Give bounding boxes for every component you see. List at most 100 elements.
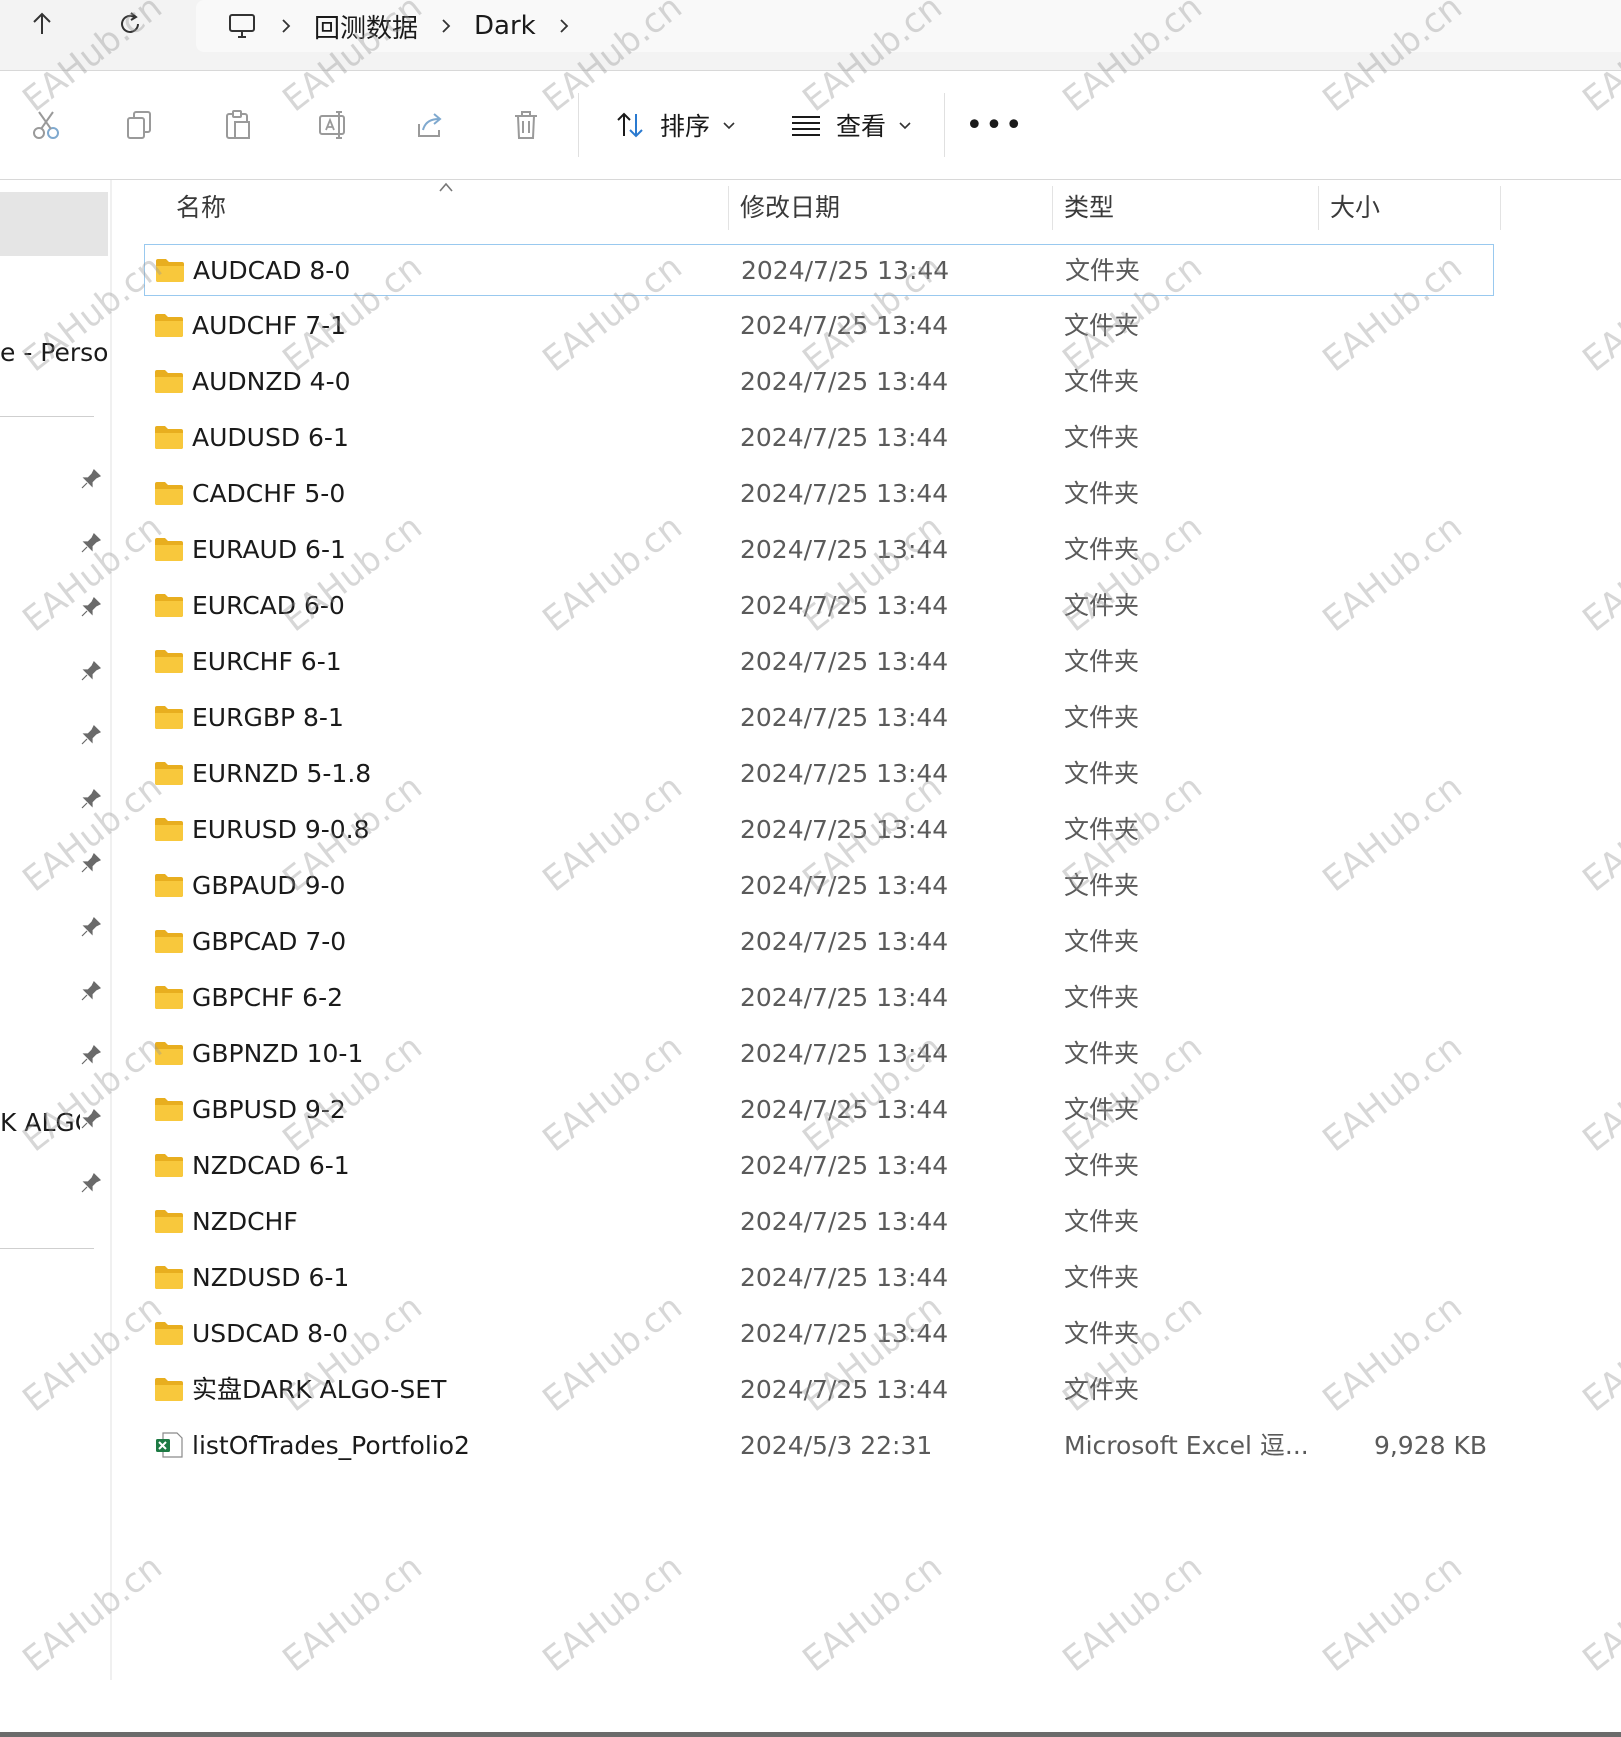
chevron-right-icon[interactable] [554, 16, 574, 36]
file-name: GBPUSD 9-2 [192, 1095, 346, 1124]
nav-item-algo[interactable]: K ALGO [0, 1108, 80, 1137]
file-name: EURGBP 8-1 [192, 703, 344, 732]
folder-row[interactable]: GBPUSD 9-2 2024/7/25 13:44 文件夹 [144, 1084, 1494, 1136]
file-size [1304, 580, 1487, 632]
folder-row[interactable]: EURAUD 6-1 2024/7/25 13:44 文件夹 [144, 524, 1494, 576]
file-modified: 2024/5/3 22:31 [740, 1431, 933, 1460]
column-divider[interactable] [1318, 186, 1319, 230]
column-header-name[interactable]: 名称 [176, 180, 696, 232]
delete-icon[interactable] [506, 105, 546, 145]
cut-icon[interactable] [26, 105, 66, 145]
pin-icon [80, 1172, 104, 1196]
file-size [1304, 748, 1487, 800]
file-name: 实盘DARK ALGO-SET [192, 1375, 447, 1404]
file-size [1304, 356, 1487, 408]
file-modified: 2024/7/25 13:44 [740, 983, 949, 1012]
file-type: 文件夹 [1064, 1095, 1140, 1124]
folder-row[interactable]: EURUSD 9-0.8 2024/7/25 13:44 文件夹 [144, 804, 1494, 856]
pin-icon [80, 980, 104, 1004]
breadcrumb-item[interactable]: 回测数据 [314, 8, 418, 45]
folder-row[interactable]: AUDUSD 6-1 2024/7/25 13:44 文件夹 [144, 412, 1494, 464]
file-name: listOfTrades_Portfolio2 [192, 1431, 470, 1460]
folder-row[interactable]: AUDCAD 8-0 2024/7/25 13:44 文件夹 [144, 244, 1494, 296]
file-type: 文件夹 [1064, 1263, 1140, 1292]
file-name: GBPAUD 9-0 [192, 871, 346, 900]
pin-icon [80, 1108, 104, 1132]
file-size [1304, 1196, 1487, 1248]
file-name: NZDCHF [192, 1207, 298, 1236]
file-name: AUDNZD 4-0 [192, 367, 351, 396]
nav-selected-item[interactable] [0, 192, 108, 256]
up-button[interactable] [20, 4, 64, 48]
file-modified: 2024/7/25 13:44 [740, 311, 949, 340]
view-button[interactable]: 查看 [788, 101, 912, 149]
file-size [1304, 1140, 1487, 1192]
column-header-modified[interactable]: 修改日期 [740, 180, 1040, 232]
file-name: NZDUSD 6-1 [192, 1263, 350, 1292]
file-type: 文件夹 [1065, 256, 1141, 285]
sort-icon [612, 107, 648, 143]
folder-row[interactable]: GBPNZD 10-1 2024/7/25 13:44 文件夹 [144, 1028, 1494, 1080]
chevron-right-icon[interactable] [276, 16, 296, 36]
sort-button[interactable]: 排序 [612, 101, 736, 149]
file-type: 文件夹 [1064, 759, 1140, 788]
folder-icon [154, 704, 184, 730]
rename-icon[interactable] [314, 105, 354, 145]
column-header-type[interactable]: 类型 [1064, 180, 1314, 232]
column-header-size[interactable]: 大小 [1330, 180, 1480, 232]
column-divider[interactable] [1500, 186, 1501, 230]
folder-row[interactable]: 实盘DARK ALGO-SET 2024/7/25 13:44 文件夹 [144, 1364, 1494, 1416]
file-name: AUDCAD 8-0 [193, 256, 351, 285]
excel-file-icon [154, 1432, 184, 1458]
file-size [1304, 1252, 1487, 1304]
refresh-button[interactable] [108, 4, 152, 48]
file-row[interactable]: listOfTrades_Portfolio2 2024/5/3 22:31 Mic… [144, 1420, 1494, 1472]
file-modified: 2024/7/25 13:44 [740, 1151, 949, 1180]
file-name: GBPCHF 6-2 [192, 983, 344, 1012]
toolbar-divider [578, 93, 579, 157]
chevron-down-icon [722, 118, 736, 132]
folder-row[interactable]: NZDCAD 6-1 2024/7/25 13:44 文件夹 [144, 1140, 1494, 1192]
command-bar: 排序 查看 ••• [0, 71, 1621, 180]
share-icon[interactable] [410, 105, 450, 145]
more-icon[interactable]: ••• [965, 101, 1022, 149]
breadcrumb-item[interactable]: Dark [474, 11, 536, 41]
copy-icon[interactable] [120, 105, 160, 145]
folder-row[interactable]: NZDCHF 2024/7/25 13:44 文件夹 [144, 1196, 1494, 1248]
file-modified: 2024/7/25 13:44 [740, 1375, 949, 1404]
column-divider[interactable] [728, 186, 729, 230]
folder-row[interactable]: GBPAUD 9-0 2024/7/25 13:44 文件夹 [144, 860, 1494, 912]
file-type: 文件夹 [1064, 927, 1140, 956]
folder-row[interactable]: CADCHF 5-0 2024/7/25 13:44 文件夹 [144, 468, 1494, 520]
folder-row[interactable]: AUDCHF 7-1 2024/7/25 13:44 文件夹 [144, 300, 1494, 352]
computer-icon[interactable] [226, 10, 258, 42]
view-label: 查看 [836, 112, 887, 141]
file-size [1304, 1308, 1487, 1360]
file-name: EURCHF 6-1 [192, 647, 342, 676]
folder-row[interactable]: GBPCAD 7-0 2024/7/25 13:44 文件夹 [144, 916, 1494, 968]
address-bar: 回测数据 Dark [0, 0, 1621, 71]
file-name: NZDCAD 6-1 [192, 1151, 350, 1180]
pin-icon [80, 532, 104, 556]
folder-row[interactable]: EURCAD 6-0 2024/7/25 13:44 文件夹 [144, 580, 1494, 632]
pin-icon [80, 660, 104, 684]
pin-icon [80, 916, 104, 940]
column-divider[interactable] [1052, 186, 1053, 230]
folder-row[interactable]: EURCHF 6-1 2024/7/25 13:44 文件夹 [144, 636, 1494, 688]
folder-icon [154, 312, 184, 338]
chevron-right-icon[interactable] [436, 16, 456, 36]
folder-row[interactable]: EURNZD 5-1.8 2024/7/25 13:44 文件夹 [144, 748, 1494, 800]
folder-icon [154, 424, 184, 450]
view-icon [788, 107, 824, 143]
file-modified: 2024/7/25 13:44 [740, 927, 949, 956]
folder-row[interactable]: GBPCHF 6-2 2024/7/25 13:44 文件夹 [144, 972, 1494, 1024]
pin-icon [80, 788, 104, 812]
file-size [1304, 524, 1487, 576]
file-name: EURUSD 9-0.8 [192, 815, 370, 844]
folder-row[interactable]: AUDNZD 4-0 2024/7/25 13:44 文件夹 [144, 356, 1494, 408]
paste-icon[interactable] [218, 105, 258, 145]
folder-row[interactable]: EURGBP 8-1 2024/7/25 13:44 文件夹 [144, 692, 1494, 744]
nav-item-onedrive[interactable]: e - Persor [0, 338, 110, 367]
folder-row[interactable]: USDCAD 8-0 2024/7/25 13:44 文件夹 [144, 1308, 1494, 1360]
folder-row[interactable]: NZDUSD 6-1 2024/7/25 13:44 文件夹 [144, 1252, 1494, 1304]
